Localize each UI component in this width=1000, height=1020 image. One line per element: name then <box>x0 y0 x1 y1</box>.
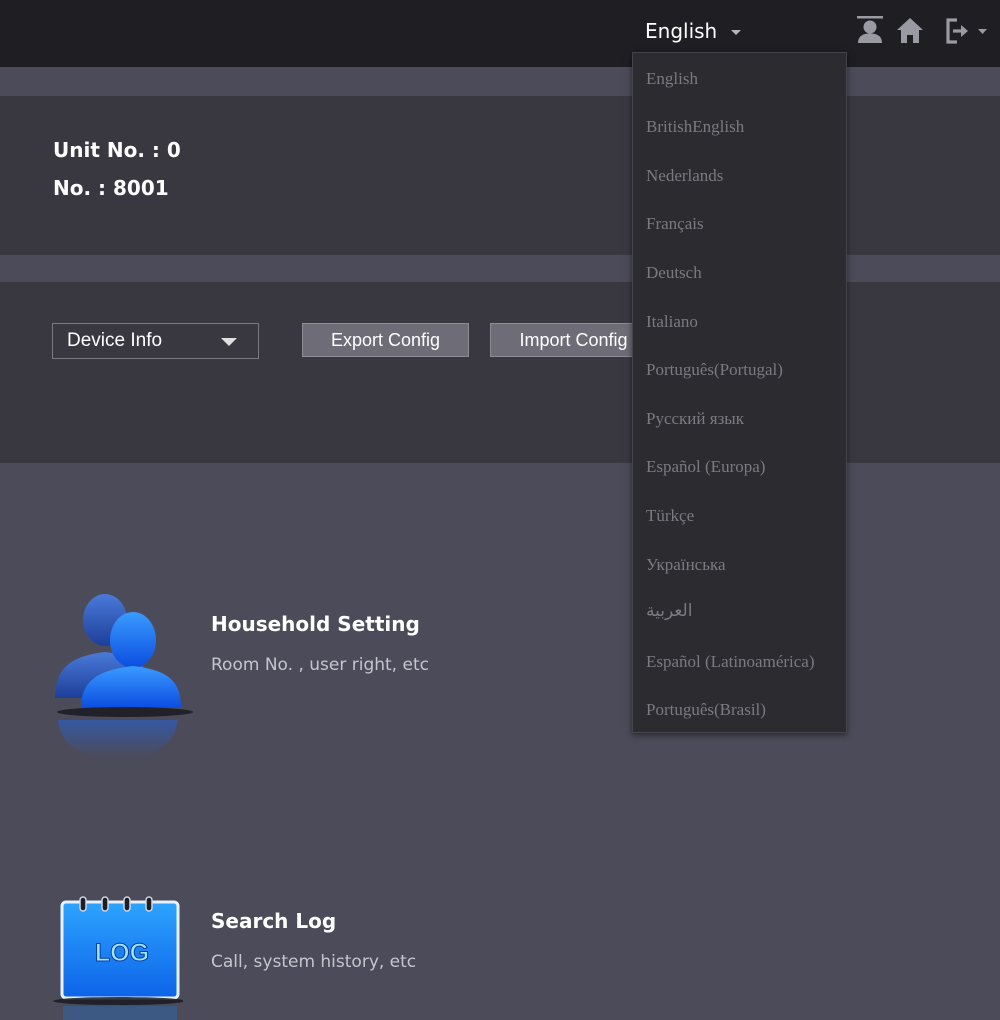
language-menu: English BritishEnglish Nederlands França… <box>632 52 847 733</box>
language-option[interactable]: Italiano <box>646 312 698 332</box>
language-selector[interactable]: English <box>645 19 742 43</box>
language-option[interactable]: Español (Europa) <box>646 457 765 477</box>
unit-number: Unit No. : 0 <box>53 138 181 162</box>
language-option[interactable]: العربية <box>646 601 692 621</box>
chevron-down-icon <box>221 338 237 346</box>
household-setting-description: Room No. , user right, etc <box>211 655 429 675</box>
language-option[interactable]: Español (Latinoamérica) <box>646 652 815 672</box>
log-icon-text: LOG <box>95 939 149 967</box>
language-option[interactable]: Українська <box>646 555 726 575</box>
language-option[interactable]: Português(Brasil) <box>646 700 766 720</box>
chevron-down-icon <box>731 29 742 35</box>
language-option[interactable]: Nederlands <box>646 166 723 186</box>
spacer-band <box>0 255 1000 282</box>
language-selector-label: English <box>645 19 718 43</box>
config-panel: Device Info Export Config Import Config <box>0 282 1000 463</box>
search-log-description: Call, system history, etc <box>211 952 417 972</box>
spacer-band <box>0 67 1000 96</box>
device-info-panel: Unit No. : 0 No. : 8001 <box>0 96 1000 255</box>
language-option[interactable]: English <box>646 69 698 89</box>
top-bar: English <box>0 0 1000 67</box>
config-type-value: Device Info <box>67 330 163 351</box>
language-option[interactable]: Deutsch <box>646 263 702 283</box>
users-icon[interactable] <box>53 590 198 760</box>
logout-icon[interactable] <box>944 17 988 45</box>
home-icon[interactable] <box>896 17 924 44</box>
household-setting-title[interactable]: Household Setting <box>211 612 420 636</box>
log-icon[interactable]: LOG <box>53 895 183 1020</box>
language-option[interactable]: Русский язык <box>646 409 744 429</box>
user-icon[interactable] <box>857 16 883 44</box>
language-option[interactable]: Türkçe <box>646 506 694 526</box>
device-number: No. : 8001 <box>53 176 169 200</box>
language-option[interactable]: Français <box>646 214 704 234</box>
export-config-button[interactable]: Export Config <box>302 323 469 357</box>
language-option[interactable]: Português(Portugal) <box>646 360 783 380</box>
config-type-select[interactable]: Device Info <box>52 323 259 359</box>
language-option[interactable]: BritishEnglish <box>646 117 744 137</box>
search-log-title[interactable]: Search Log <box>211 909 336 933</box>
